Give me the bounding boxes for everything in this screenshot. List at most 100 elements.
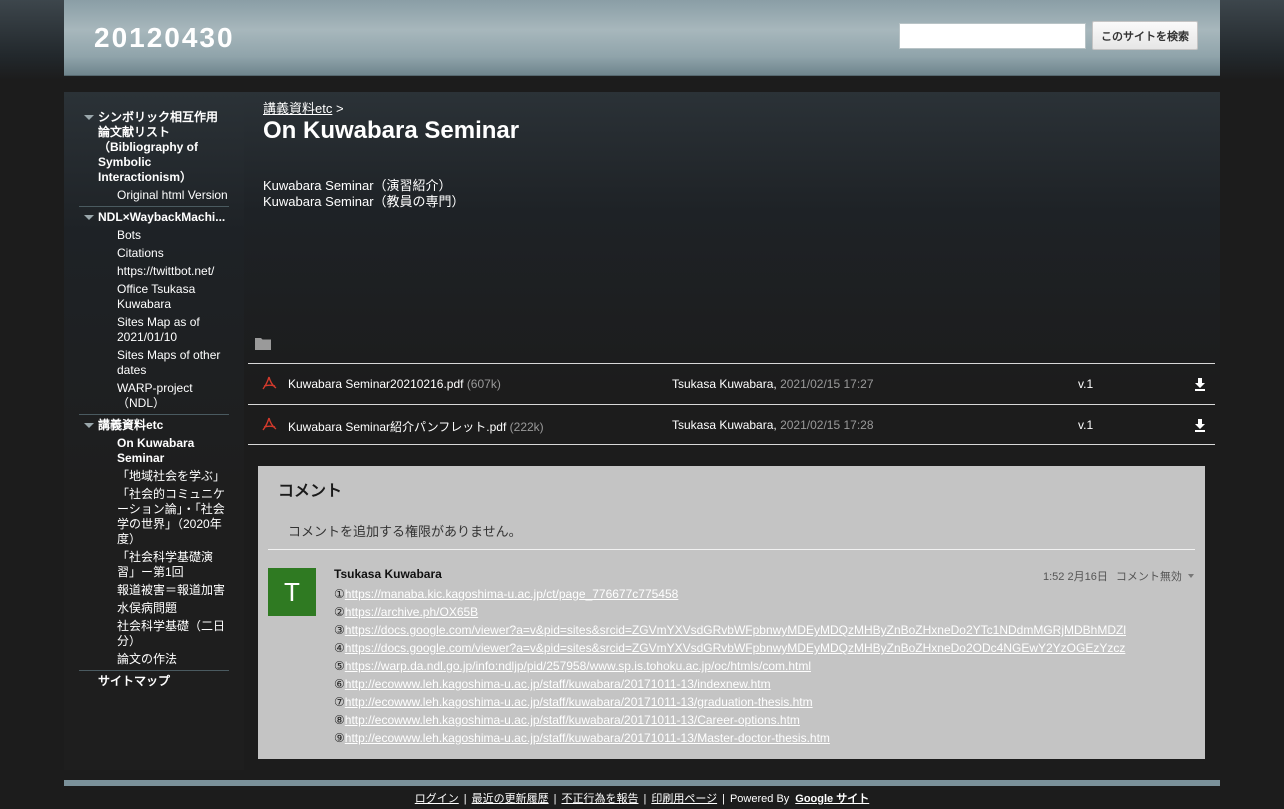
list-number: ① bbox=[334, 587, 345, 601]
comment-time: 1:52 2月16日 bbox=[1043, 571, 1108, 583]
comment-link-line: ⑥http://ecowww.leh.kagoshima-u.ac.jp/sta… bbox=[334, 675, 1194, 693]
site-title[interactable]: 20120430 bbox=[94, 22, 235, 54]
comments-no-permission: コメントを追加する権限がありません。 bbox=[288, 524, 522, 539]
sidebar-item-label: シンボリック相互作用論文献リスト（Bibliography of Symboli… bbox=[98, 110, 219, 184]
pdf-icon bbox=[262, 376, 277, 390]
file-name[interactable]: Kuwabara Seminar20210216.pdf (607k) bbox=[288, 377, 501, 391]
nav-group-bibliography: シンボリック相互作用論文献リスト（Bibliography of Symboli… bbox=[79, 110, 229, 207]
footer-separator: | bbox=[722, 793, 725, 805]
comments-divider bbox=[268, 549, 1195, 550]
sidebar-item-citations[interactable]: Citations bbox=[79, 246, 229, 261]
comment-link[interactable]: http://ecowww.leh.kagoshima-u.ac.jp/staf… bbox=[345, 713, 800, 727]
folder-icon bbox=[255, 338, 271, 350]
comment-link-line: ④https://docs.google.com/viewer?a=v&pid=… bbox=[334, 639, 1194, 657]
list-number: ⑧ bbox=[334, 713, 345, 727]
nav-group-lecture: 講義資料etc On Kuwabara Seminar 「地域社会を学ぶ」 「社… bbox=[79, 418, 229, 671]
comment-link[interactable]: https://manaba.kic.kagoshima-u.ac.jp/ct/… bbox=[345, 587, 679, 601]
sidebar-item-paper-manners[interactable]: 論文の作法 bbox=[79, 652, 229, 667]
nav-group-ndl-wayback: NDL×WaybackMachi... Bots Citations https… bbox=[79, 210, 229, 415]
sidebar-item-ndl-wayback[interactable]: NDL×WaybackMachi... bbox=[79, 210, 229, 225]
sidebar-item-original-html[interactable]: Original html Version bbox=[79, 188, 229, 203]
file-version[interactable]: v.1 bbox=[1078, 418, 1093, 432]
sidebar-nav: シンボリック相互作用論文献リスト（Bibliography of Symboli… bbox=[79, 110, 229, 689]
sidebar-item-bibliography[interactable]: シンボリック相互作用論文献リスト（Bibliography of Symboli… bbox=[79, 110, 229, 185]
login-link[interactable]: ログイン bbox=[415, 793, 459, 805]
file-date: 2021/02/15 17:28 bbox=[780, 418, 874, 432]
comment-link[interactable]: https://docs.google.com/viewer?a=v&pid=s… bbox=[345, 641, 1126, 655]
print-page-link[interactable]: 印刷用ページ bbox=[651, 793, 717, 805]
comment-link[interactable]: https://archive.ph/OX65B bbox=[345, 605, 478, 619]
file-author-name: Tsukasa Kuwabara, bbox=[672, 418, 777, 432]
list-number: ⑥ bbox=[334, 677, 345, 691]
powered-by-text: Powered By bbox=[729, 793, 790, 805]
sidebar-item-sites-maps-other[interactable]: Sites Maps of other dates bbox=[79, 348, 229, 378]
file-author: Tsukasa Kuwabara, 2021/02/15 17:27 bbox=[672, 377, 874, 391]
google-sites-link[interactable]: Google サイト bbox=[795, 793, 869, 805]
comment-link[interactable]: https://docs.google.com/viewer?a=v&pid=s… bbox=[345, 623, 1126, 637]
avatar: T bbox=[268, 568, 316, 616]
page-body: Kuwabara Seminar（演習紹介） Kuwabara Seminar（… bbox=[263, 178, 465, 210]
caret-down-icon[interactable] bbox=[1187, 574, 1194, 578]
footer-separator: | bbox=[643, 793, 647, 805]
body-line: Kuwabara Seminar（教員の専門） bbox=[263, 194, 465, 209]
sidebar-item-minamata[interactable]: 水俣病問題 bbox=[79, 601, 229, 616]
sidebar-item-lecture[interactable]: 講義資料etc bbox=[79, 418, 229, 433]
sidebar-item-sites-map[interactable]: Sites Map as of 2021/01/10 bbox=[79, 315, 229, 345]
comment-link[interactable]: https://warp.da.ndl.go.jp/info:ndljp/pid… bbox=[345, 659, 811, 673]
body-line: Kuwabara Seminar（演習紹介） bbox=[263, 178, 452, 193]
pdf-icon bbox=[262, 417, 277, 431]
main-content: 講義資料etc > On Kuwabara Seminar Kuwabara S… bbox=[244, 92, 1220, 770]
list-number: ③ bbox=[334, 623, 345, 637]
sidebar-item-on-kuwabara-seminar[interactable]: On Kuwabara Seminar bbox=[79, 436, 229, 466]
comment-link-line: ⑧http://ecowww.leh.kagoshima-u.ac.jp/sta… bbox=[334, 711, 1194, 729]
breadcrumb: 講義資料etc > bbox=[263, 98, 344, 117]
sidebar-item-social-communication[interactable]: 「社会的コミュニケーション論」・「社会学の世界」（2020年度） bbox=[79, 487, 229, 547]
download-icon[interactable] bbox=[1194, 378, 1206, 391]
comment-link-line: ①https://manaba.kic.kagoshima-u.ac.jp/ct… bbox=[334, 585, 1194, 603]
list-number: ④ bbox=[334, 641, 345, 655]
download-icon[interactable] bbox=[1194, 419, 1206, 432]
sidebar-item-label: NDL×WaybackMachi... bbox=[98, 210, 226, 224]
comment-link[interactable]: http://ecowww.leh.kagoshima-u.ac.jp/staf… bbox=[345, 731, 830, 745]
report-abuse-link[interactable]: 不正行為を報告 bbox=[561, 793, 638, 805]
sidebar-item-social-science-basics[interactable]: 社会科学基礎（二日分） bbox=[79, 619, 229, 649]
file-name-link[interactable]: Kuwabara Seminar紹介パンフレット.pdf bbox=[288, 420, 506, 434]
sidebar-item-sitemap[interactable]: サイトマップ bbox=[79, 674, 229, 689]
comment-body: ①https://manaba.kic.kagoshima-u.ac.jp/ct… bbox=[334, 585, 1194, 747]
file-name[interactable]: Kuwabara Seminar紹介パンフレット.pdf (222k) bbox=[288, 418, 544, 435]
sidebar-item-regional-society[interactable]: 「地域社会を学ぶ」 bbox=[79, 469, 229, 484]
breadcrumb-parent-link[interactable]: 講義資料etc bbox=[263, 101, 332, 116]
expand-triangle-icon[interactable] bbox=[84, 423, 94, 428]
list-number: ⑤ bbox=[334, 659, 345, 673]
sidebar-item-warp[interactable]: WARP-project（NDL） bbox=[79, 381, 229, 411]
sidebar-item-twittbot[interactable]: https://twittbot.net/ bbox=[79, 264, 229, 279]
expand-triangle-icon[interactable] bbox=[84, 115, 94, 120]
footer-separator: | bbox=[553, 793, 557, 805]
comment-link[interactable]: http://ecowww.leh.kagoshima-u.ac.jp/staf… bbox=[345, 695, 813, 709]
expand-triangle-icon[interactable] bbox=[84, 215, 94, 220]
comment-link[interactable]: http://ecowww.leh.kagoshima-u.ac.jp/staf… bbox=[345, 677, 771, 691]
recent-activity-link[interactable]: 最近の更新履歴 bbox=[472, 793, 549, 805]
sidebar-item-bots[interactable]: Bots bbox=[79, 228, 229, 243]
search-input[interactable] bbox=[899, 23, 1086, 49]
comments-section: コメント コメントを追加する権限がありません。 T Tsukasa Kuwaba… bbox=[258, 466, 1205, 759]
sidebar-item-media-harm[interactable]: 報道被害＝報道加害 bbox=[79, 583, 229, 598]
file-list: Kuwabara Seminar20210216.pdf (607k) Tsuk… bbox=[248, 363, 1215, 445]
comment-link-line: ⑤https://warp.da.ndl.go.jp/info:ndljp/pi… bbox=[334, 657, 1194, 675]
comment-author: Tsukasa Kuwabara bbox=[334, 567, 442, 581]
breadcrumb-separator: > bbox=[335, 101, 344, 116]
list-number: ⑨ bbox=[334, 731, 345, 745]
sidebar-item-office[interactable]: Office Tsukasa Kuwabara bbox=[79, 282, 229, 312]
comments-heading: コメント bbox=[278, 483, 343, 500]
file-version[interactable]: v.1 bbox=[1078, 377, 1093, 391]
footer-bar bbox=[64, 780, 1220, 786]
file-name-link[interactable]: Kuwabara Seminar20210216.pdf bbox=[288, 377, 463, 391]
comment-disable-menu[interactable]: コメント無効 bbox=[1116, 571, 1182, 583]
file-author: Tsukasa Kuwabara, 2021/02/15 17:28 bbox=[672, 418, 874, 432]
file-row: Kuwabara Seminar20210216.pdf (607k) Tsuk… bbox=[248, 363, 1215, 404]
sidebar-item-social-science-seminar[interactable]: 「社会科学基礎演習」ー第1回 bbox=[79, 550, 229, 580]
sidebar-item-label: 講義資料etc bbox=[98, 418, 164, 432]
file-size: (222k) bbox=[509, 420, 544, 434]
search-button[interactable]: このサイトを検索 bbox=[1092, 21, 1198, 50]
comment-link-line: ⑦http://ecowww.leh.kagoshima-u.ac.jp/sta… bbox=[334, 693, 1194, 711]
